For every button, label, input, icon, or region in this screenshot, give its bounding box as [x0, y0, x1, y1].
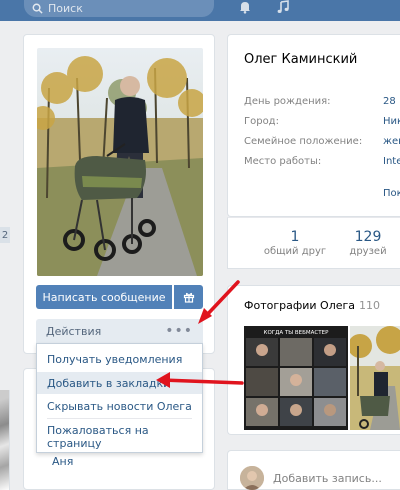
gift-button[interactable] [174, 285, 203, 309]
menu-item-hide-news[interactable]: Скрывать новости Олега [37, 395, 202, 417]
info-value-relationship[interactable]: жен [383, 136, 400, 147]
more-dots-icon: ••• [165, 323, 193, 339]
common-friends-counter[interactable]: 1 общий друг [262, 229, 328, 257]
left-image-fragment [0, 390, 10, 490]
profile-photo-image [37, 48, 203, 276]
photo-thumbnail[interactable]: КОГДА ТЫ ВЕБМАСТЕР [244, 326, 348, 430]
counter-number: 129 [354, 229, 382, 245]
photos-count: 110 [359, 299, 381, 312]
search-icon [32, 3, 43, 14]
menu-item-report-page[interactable]: Пожаловаться на страницу [37, 424, 202, 450]
counter-label: общий друг [263, 246, 327, 257]
friend-name-link[interactable]: Аня [52, 455, 73, 468]
user-avatar-image [240, 466, 264, 490]
write-message-button[interactable]: Написать сообщение [36, 285, 172, 309]
menu-item-notifications[interactable]: Получать уведомления [37, 348, 202, 370]
menu-item-add-bookmark[interactable]: Добавить в закладки [37, 372, 202, 394]
counter-label: друзей [349, 246, 387, 257]
info-label-work: Место работы: [244, 156, 322, 167]
info-value-work[interactable]: Inte [383, 156, 400, 167]
photo-thumbnail-image: КОГДА ТЫ ВЕБМАСТЕР [244, 326, 348, 430]
info-value-birthday[interactable]: 28 [383, 96, 396, 107]
bell-icon[interactable] [238, 0, 252, 14]
info-label-relationship: Семейное положение: [244, 136, 363, 147]
top-bar: Поиск [0, 0, 400, 21]
info-value-city[interactable]: Ник [383, 116, 400, 127]
counter-badge[interactable]: 2 [0, 227, 10, 243]
friends-counter[interactable]: 129 друзей [340, 229, 396, 257]
photos-title[interactable]: Фотографии Олега 110 [244, 299, 380, 312]
gift-icon [183, 292, 194, 303]
thumbnail-caption: КОГДА ТЫ ВЕБМАСТЕР [264, 330, 330, 336]
profile-photo[interactable] [37, 48, 203, 276]
profile-name: Олег Каминский [244, 52, 358, 67]
search-placeholder: Поиск [48, 2, 83, 15]
add-post-input[interactable]: Добавить запись... [273, 472, 382, 485]
info-label-birthday: День рождения: [244, 96, 331, 107]
actions-label: Действия [46, 324, 102, 338]
message-button-row: Написать сообщение [36, 285, 203, 309]
user-avatar [240, 466, 264, 490]
show-more-link[interactable]: Пок [383, 188, 400, 199]
photos-title-text: Фотографии Олега [244, 299, 356, 312]
actions-button[interactable]: Действия ••• [36, 319, 203, 343]
music-icon[interactable] [276, 0, 290, 14]
menu-divider [47, 418, 192, 419]
search-input[interactable]: Поиск [24, 0, 214, 17]
photo-thumbnail[interactable] [350, 326, 400, 430]
actions-dropdown-menu: Получать уведомления Добавить в закладки… [36, 343, 203, 453]
counter-number: 1 [290, 229, 300, 245]
info-label-city: Город: [244, 116, 279, 127]
photo-thumbnail-image [350, 326, 400, 430]
